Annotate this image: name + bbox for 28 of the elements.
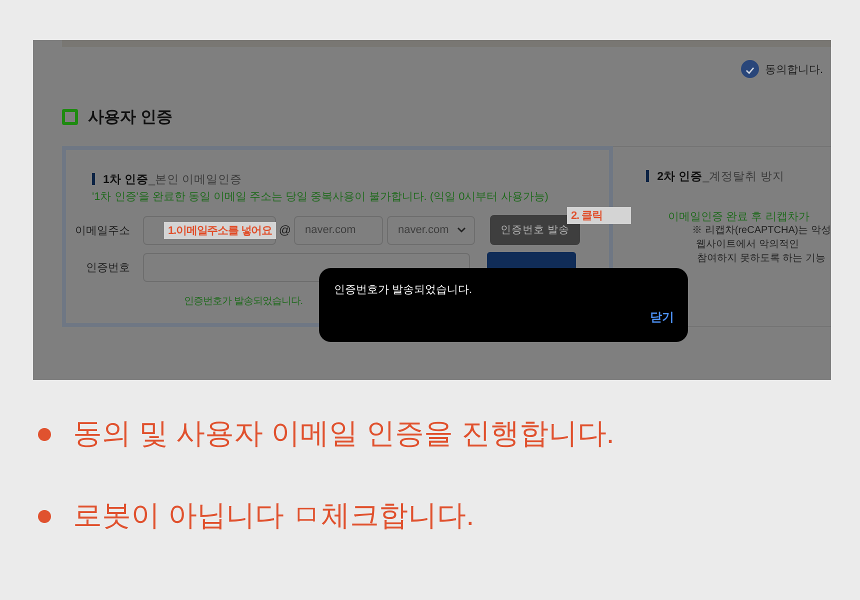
notice-text: 이메일인증 완료 후 리캡차가 [667, 210, 810, 224]
status-message: 인증번호가 발송되었습니다. [184, 295, 304, 308]
chevron-icon [457, 227, 466, 233]
close-button[interactable]: 닫기 [650, 309, 674, 326]
description-line: 참여하지 못하도록 하는 기능 [696, 252, 826, 266]
agree-checkbox[interactable] [740, 60, 759, 78]
step-text: 로봇이 아닙니다 ㅁ체크합니다. [73, 499, 474, 534]
auth-heading: 1차 인증 [103, 172, 149, 186]
field-label: 인증번호 [85, 260, 130, 274]
section-title: 사용자 인증 [88, 108, 172, 128]
auth-subheading: _본인 이메일인증 [148, 172, 242, 186]
domain-field[interactable]: naver.com [294, 216, 383, 244]
bullet-dot [38, 510, 51, 522]
annotation-label: 1.이메일주소를 넣어요 [164, 222, 276, 239]
auth-subheading: _계정탈취 방지 [702, 170, 784, 184]
bullet-dot [38, 428, 51, 440]
auth-heading: 2차 인증 [657, 170, 703, 184]
description-line: ※ 리캡차(reCAPTCHA)는 악성 [691, 224, 831, 238]
at-sign: @ [278, 223, 292, 237]
field-label: 이메일주소 [74, 224, 130, 238]
dialog-message: 인증번호가 발송되었습니다. [334, 283, 472, 297]
description-line: 웹사이트에서 악의적인 [695, 238, 800, 252]
domain-select[interactable]: naver.com [387, 216, 475, 244]
notice-text: '1차 인증'을 완료한 동일 이메일 주소는 당일 중복사용이 불가합니다. (익일 0시부터 사용가능) [92, 190, 550, 204]
square-icon [62, 109, 78, 125]
annotation-label: 2. 클릭 [567, 207, 631, 224]
step-text: 동의 및 사용자 이메일 인증을 진행합니다. [73, 417, 614, 452]
agree-label: 동의합니다. [764, 62, 823, 76]
